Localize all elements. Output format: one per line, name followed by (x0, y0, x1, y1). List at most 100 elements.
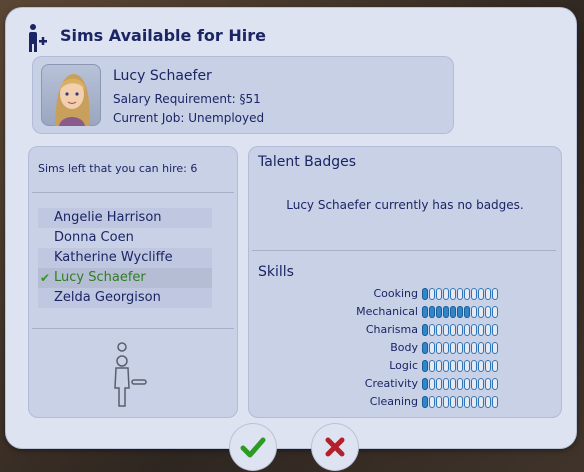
dialog-title: Sims Available for Hire (60, 26, 266, 45)
skill-label: Mechanical (356, 305, 418, 318)
skill-pip (429, 360, 435, 372)
skill-row: Body (248, 339, 562, 357)
skill-pip (485, 396, 491, 408)
skill-pip (422, 342, 428, 354)
skill-pip (457, 360, 463, 372)
skill-row: Cooking (248, 285, 562, 303)
skill-level-meter (422, 396, 499, 408)
skill-row: Cleaning (248, 393, 562, 411)
skill-pip (443, 288, 449, 300)
skill-pip (457, 342, 463, 354)
hire-list-panel: Sims left that you can hire: 6 Angelie H… (28, 146, 238, 418)
accept-button[interactable] (230, 424, 276, 470)
skill-pip (464, 360, 470, 372)
skill-pip (457, 396, 463, 408)
skill-pip (478, 324, 484, 336)
skill-row: Charisma (248, 321, 562, 339)
skills-heading: Skills (258, 264, 294, 280)
skill-pip (464, 342, 470, 354)
skill-row: Mechanical (248, 303, 562, 321)
skill-pip (492, 378, 498, 390)
skill-pip (471, 378, 477, 390)
skill-pip (450, 324, 456, 336)
skill-pip (436, 324, 442, 336)
sim-add-icon (29, 24, 47, 52)
skill-label: Body (390, 341, 418, 354)
skill-pip (422, 396, 428, 408)
skill-pip (485, 360, 491, 372)
skill-pip (429, 342, 435, 354)
skill-pip (429, 306, 435, 318)
hire-dialog: Sims Available for Hire Lucy Schaefer Sa… (6, 8, 576, 448)
no-badges-message: Lucy Schaefer currently has no badges. (286, 198, 524, 212)
skill-pip (464, 396, 470, 408)
sim-list-item-label: Katherine Wycliffe (54, 250, 173, 265)
skill-pip (478, 288, 484, 300)
skill-pip (450, 306, 456, 318)
sim-list-item[interactable]: Angelie Harrison (38, 208, 212, 228)
skill-label: Creativity (364, 377, 418, 390)
skill-pip (422, 360, 428, 372)
skill-pip (485, 342, 491, 354)
skill-pip (436, 360, 442, 372)
skill-pip (457, 306, 463, 318)
skill-pip (464, 324, 470, 336)
skill-pip (485, 378, 491, 390)
skill-pip (436, 378, 442, 390)
skill-pip (450, 288, 456, 300)
skill-pip (478, 396, 484, 408)
skill-pip (429, 288, 435, 300)
skill-pip (464, 378, 470, 390)
skill-label: Cleaning (369, 395, 418, 408)
skill-level-meter (422, 360, 499, 372)
sim-list-item-label: Donna Coen (54, 230, 134, 245)
skill-pip (478, 360, 484, 372)
skill-level-meter (422, 378, 499, 390)
divider (252, 250, 556, 251)
sim-list-item[interactable]: ✔ Lucy Schaefer (38, 268, 212, 288)
skill-pip (485, 306, 491, 318)
skill-pip (422, 378, 428, 390)
skill-pip (485, 288, 491, 300)
skill-pip (443, 396, 449, 408)
salary-requirement: Salary Requirement: §51 (113, 92, 261, 106)
sim-portrait (41, 64, 101, 126)
skill-level-meter (422, 288, 499, 300)
divider (32, 192, 234, 193)
skill-pip (457, 324, 463, 336)
skill-pip (464, 288, 470, 300)
skill-pip (429, 396, 435, 408)
sim-list-item[interactable]: Zelda Georgison (38, 288, 212, 308)
skill-row: Creativity (248, 375, 562, 393)
skill-pip (492, 342, 498, 354)
skill-label: Charisma (365, 323, 418, 336)
skill-pip (485, 324, 491, 336)
skill-pip (450, 378, 456, 390)
skill-pip (492, 324, 498, 336)
skill-pip (471, 342, 477, 354)
skill-level-meter (422, 324, 499, 336)
sim-name: Lucy Schaefer (113, 68, 212, 84)
sim-list-item[interactable]: Katherine Wycliffe (38, 248, 212, 268)
skill-pip (436, 288, 442, 300)
details-panel: Talent Badges Lucy Schaefer currently ha… (248, 146, 562, 418)
skill-pip (443, 306, 449, 318)
sim-list-item-label: Lucy Schaefer (54, 270, 146, 285)
sim-list: Angelie Harrison Donna Coen Katherine Wycl… (38, 208, 212, 308)
skill-pip (429, 324, 435, 336)
skill-pip (450, 396, 456, 408)
current-job: Current Job: Unemployed (113, 111, 265, 125)
skill-pip (422, 306, 428, 318)
skill-pip (436, 396, 442, 408)
skill-pip (478, 378, 484, 390)
skill-pip (450, 342, 456, 354)
cancel-button[interactable] (312, 424, 358, 470)
skill-pip (464, 306, 470, 318)
skill-label: Cooking (373, 287, 418, 300)
sim-list-item[interactable]: Donna Coen (38, 228, 212, 248)
checkmark-icon (240, 437, 266, 458)
skill-pip (471, 324, 477, 336)
skill-pip (443, 360, 449, 372)
skill-pip (471, 306, 477, 318)
skill-label: Logic (389, 359, 418, 372)
